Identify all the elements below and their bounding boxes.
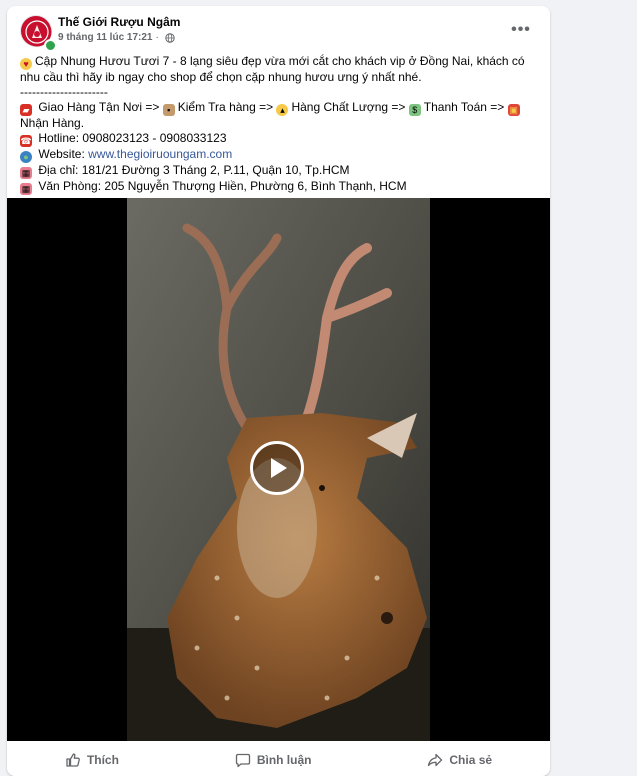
- office-value: 205 Nguyễn Thượng Hiền, Phường 6, Bình T…: [104, 179, 407, 193]
- delivery-text: Giao Hàng Tận Nơi =>: [35, 100, 163, 114]
- address-line: ▦ Địa chỉ: 181/21 Đường 3 Tháng 2, P.11,…: [20, 163, 540, 179]
- globe-emoji: ●: [20, 151, 32, 163]
- building-emoji: ▦: [20, 183, 32, 195]
- office-label: Văn Phòng:: [35, 179, 105, 193]
- address-label: Địa chỉ:: [35, 163, 82, 177]
- gift-emoji: ▣: [507, 104, 520, 116]
- play-icon: [271, 458, 287, 478]
- page-name-link[interactable]: Thế Giới Rượu Ngâm: [58, 15, 180, 29]
- share-label: Chia sẻ: [449, 753, 493, 767]
- process-line: ▰ Giao Hàng Tận Nơi => ▪ Kiểm Tra hàng =>…: [20, 100, 540, 131]
- building-emoji: ▦: [20, 167, 32, 179]
- comment-button[interactable]: Bình luận: [235, 752, 312, 768]
- page-avatar[interactable]: [20, 15, 57, 52]
- post-actions: Thích Bình luận Chia sẻ: [7, 744, 550, 776]
- check-text: Kiểm Tra hàng =>: [177, 100, 277, 114]
- thumbs-up-emoji: ▴: [276, 104, 289, 116]
- like-label: Thích: [86, 753, 119, 767]
- like-button[interactable]: Thích: [65, 752, 119, 768]
- hotline-value: 0908023123 - 0908033123: [82, 131, 227, 145]
- globe-icon[interactable]: [165, 32, 175, 43]
- post-divider: ----------------------: [20, 85, 108, 99]
- motorbike-emoji: ▰: [20, 104, 32, 116]
- post-intro: ♥ Cập Nhung Hươu Tươi 7 - 8 lạng siêu đẹp…: [20, 54, 540, 85]
- receive-text: Nhận Hàng.: [20, 116, 85, 130]
- hotline-line: ☎ Hotline: 0908023123 - 0908033123: [20, 131, 540, 147]
- online-status-dot: [44, 39, 57, 52]
- video-player[interactable]: [7, 198, 550, 741]
- post-body: ♥ Cập Nhung Hươu Tươi 7 - 8 lạng siêu đẹp…: [20, 54, 540, 195]
- feed-post: Thế Giới Rượu Ngâm 9 tháng 11 lúc 17:21 …: [7, 6, 550, 776]
- office-line: ▦ Văn Phòng: 205 Nguyễn Thượng Hiền, Phư…: [20, 179, 540, 195]
- comment-icon: [235, 753, 250, 768]
- package-emoji: ▪: [162, 104, 175, 116]
- post-meta: 9 tháng 11 lúc 17:21 ·: [58, 32, 175, 43]
- payment-text: Thanh Toán =>: [423, 100, 508, 114]
- post-timestamp[interactable]: 9 tháng 11 lúc 17:21: [58, 32, 153, 43]
- comment-label: Bình luận: [256, 753, 312, 767]
- more-options-button[interactable]: •••: [510, 19, 532, 41]
- money-emoji: $: [408, 104, 421, 116]
- website-line: ● Website: www.thegioiruoungam.com: [20, 147, 540, 163]
- post-header: Thế Giới Rượu Ngâm 9 tháng 11 lúc 17:21 …: [7, 6, 550, 56]
- website-link[interactable]: www.thegioiruoungam.com: [88, 147, 232, 161]
- quality-text: Hàng Chất Lượng =>: [291, 100, 409, 114]
- play-button[interactable]: [250, 441, 304, 495]
- address-value: 181/21 Đường 3 Tháng 2, P.11, Quận 10, T…: [81, 163, 350, 177]
- post-intro-text: Cập Nhung Hươu Tươi 7 - 8 lạng siêu đẹp …: [20, 54, 525, 84]
- share-button[interactable]: Chia sẻ: [427, 752, 492, 768]
- website-label: Website:: [35, 147, 89, 161]
- heart-eyes-emoji: ♥: [20, 58, 32, 70]
- hotline-label: Hotline:: [35, 131, 83, 145]
- share-icon: [428, 753, 443, 767]
- thumbs-up-icon: [66, 753, 80, 767]
- phone-emoji: ☎: [20, 135, 32, 147]
- meta-separator: ·: [155, 32, 159, 43]
